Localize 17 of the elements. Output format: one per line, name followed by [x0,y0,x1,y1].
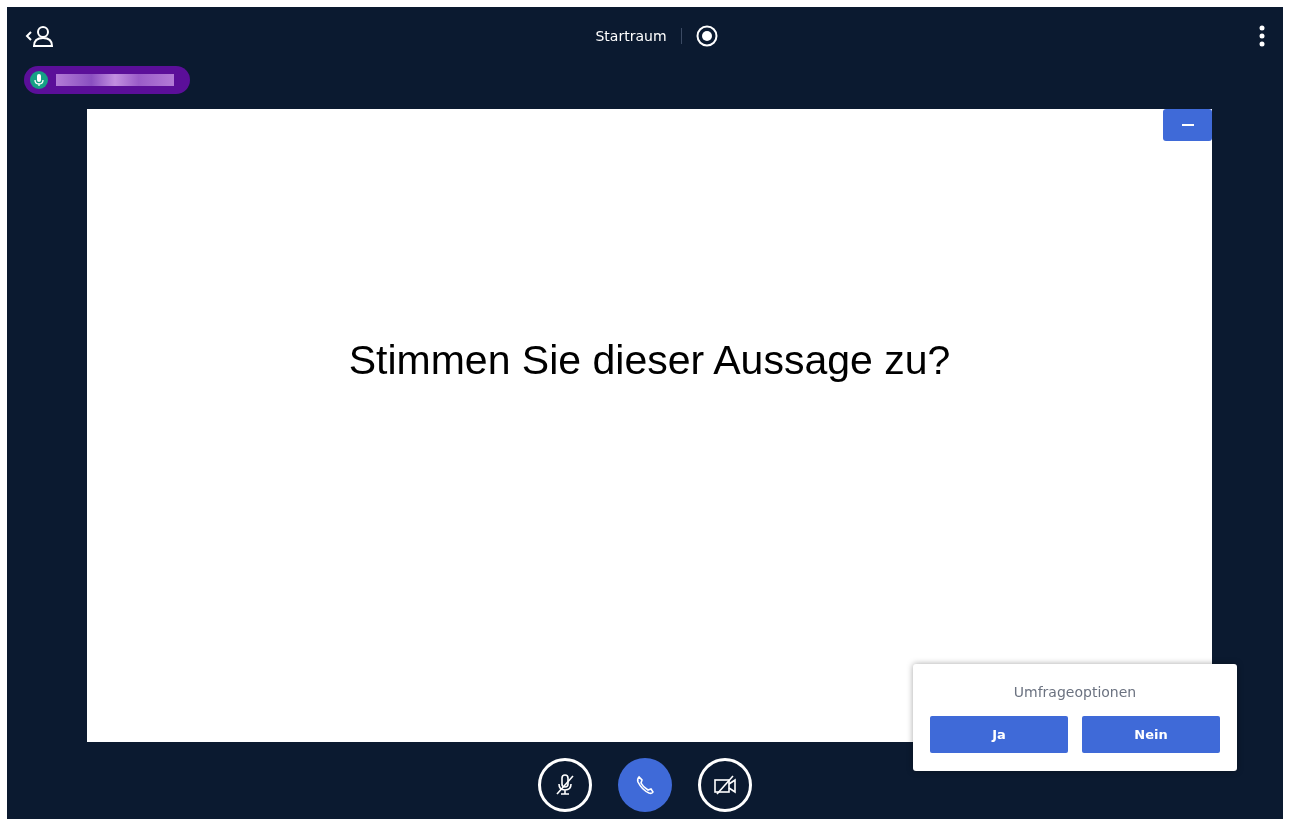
poll-option-button[interactable]: Nein [1082,716,1220,753]
microphone-icon [30,71,48,89]
options-menu-button[interactable] [1259,25,1265,47]
user-list-toggle[interactable] [24,25,54,47]
leave-audio-button[interactable] [618,758,672,812]
poll-option-button[interactable]: Ja [930,716,1068,753]
camera-button[interactable] [698,758,752,812]
poll-title: Umfrageoptionen [1013,684,1137,700]
user-list-icon [24,25,54,47]
menu-icon [1259,25,1265,47]
record-icon [695,25,718,47]
phone-icon [634,774,656,796]
room-name: Startraum [595,28,667,44]
minimize-icon [1181,124,1194,126]
record-button[interactable] [695,25,718,47]
microphone-button[interactable] [538,758,592,812]
slide-text: Stimmen Sie dieser Aussage zu? [348,337,951,384]
